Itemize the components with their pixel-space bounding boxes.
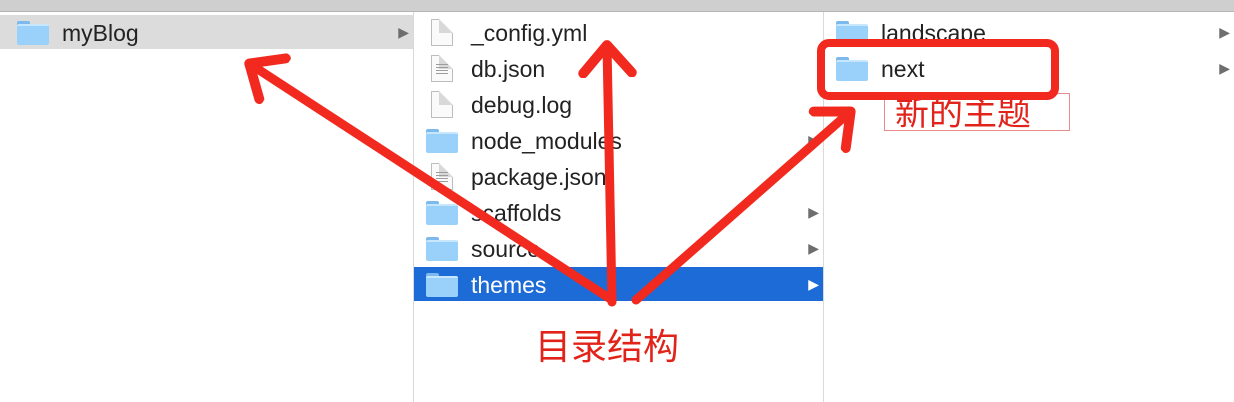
folder-icon [426, 201, 458, 225]
finder-item-myblog[interactable]: myBlog ▶ [0, 15, 413, 49]
finder-item-label: landscape [881, 20, 986, 46]
finder-item-package-json[interactable]: package.json [414, 159, 823, 193]
finder-item-label: scaffolds [471, 200, 562, 226]
disclosure-arrow-icon: ▶ [1219, 24, 1230, 40]
annotation-new-theme: 新的主题 [884, 93, 1070, 133]
finder-item-source[interactable]: source ▶ [414, 231, 823, 265]
finder-item-landscape[interactable]: landscape ▶ [824, 15, 1234, 49]
window-toolbar-edge [0, 0, 1234, 12]
folder-icon [426, 129, 458, 153]
folder-icon [836, 21, 868, 45]
folder-icon [836, 57, 868, 81]
text-document-icon [431, 163, 453, 190]
folder-icon [17, 21, 49, 45]
disclosure-arrow-icon: ▶ [1219, 60, 1230, 76]
finder-item-label: myBlog [62, 20, 139, 46]
folder-icon [426, 237, 458, 261]
finder-item-debug-log[interactable]: debug.log [414, 87, 823, 121]
finder-item-db-json[interactable]: db.json [414, 51, 823, 85]
document-icon [431, 19, 453, 46]
finder-item-node-modules[interactable]: node_modules ▶ [414, 123, 823, 157]
finder-item-label: _config.yml [471, 20, 588, 46]
folder-icon [426, 273, 458, 297]
document-icon [431, 91, 453, 118]
finder-item-config-yml[interactable]: _config.yml [414, 15, 823, 49]
finder-item-label: debug.log [471, 92, 573, 118]
disclosure-arrow-icon: ▶ [808, 240, 819, 256]
finder-item-label: source [471, 236, 541, 262]
finder-item-label: db.json [471, 56, 546, 82]
disclosure-arrow-icon: ▶ [398, 24, 409, 40]
annotation-directory-structure: 目录结构 [535, 326, 680, 367]
finder-item-label: package.json [471, 164, 607, 190]
disclosure-arrow-icon: ▶ [808, 276, 819, 292]
finder-column-root[interactable]: myBlog ▶ [0, 12, 414, 402]
disclosure-arrow-icon: ▶ [808, 132, 819, 148]
finder-item-next[interactable]: next ▶ [824, 51, 1234, 85]
disclosure-arrow-icon: ▶ [808, 204, 819, 220]
finder-column-themes[interactable]: landscape ▶ next ▶ [824, 12, 1234, 402]
text-document-icon [431, 55, 453, 82]
finder-item-label: themes [471, 272, 547, 298]
finder-item-scaffolds[interactable]: scaffolds ▶ [414, 195, 823, 229]
finder-item-themes[interactable]: themes ▶ [414, 267, 823, 301]
finder-item-label: next [881, 56, 925, 82]
finder-item-label: node_modules [471, 128, 622, 154]
